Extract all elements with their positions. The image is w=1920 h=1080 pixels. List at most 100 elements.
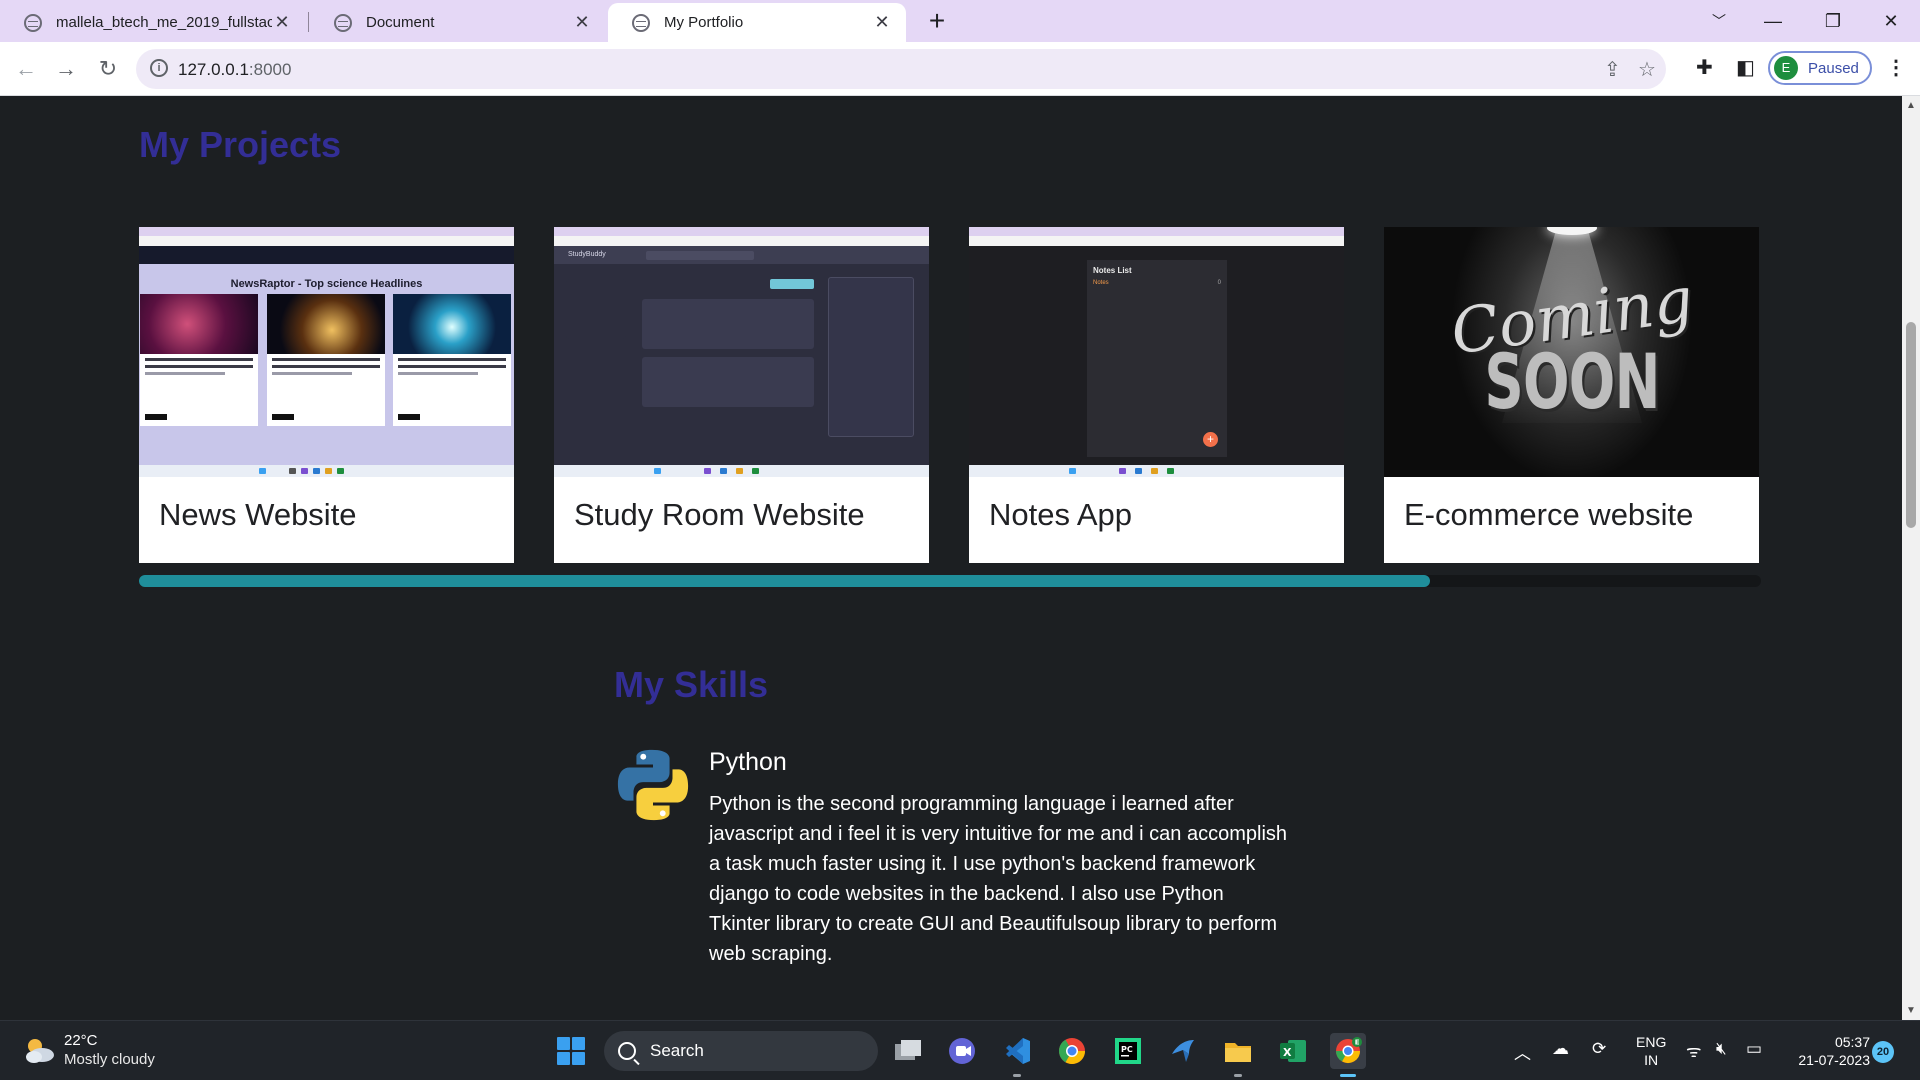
side-panel-icon[interactable]: ◧ (1736, 55, 1755, 80)
page-viewport: My Projects NewsRaptor - Top science Hea… (0, 96, 1902, 1020)
language-indicator[interactable]: ENG IN (1636, 1033, 1666, 1069)
partly-cloudy-icon[interactable] (22, 1035, 56, 1065)
nebula-image (140, 294, 258, 354)
restore-button[interactable]: ❐ (1810, 6, 1856, 36)
projects-scrollbar-thumb[interactable] (139, 575, 1431, 587)
file-explorer-icon[interactable] (1220, 1033, 1256, 1077)
tab-document[interactable]: Document ✕ (310, 3, 606, 42)
forward-arrow-icon[interactable]: → (50, 53, 82, 85)
reload-icon[interactable]: ↻ (92, 53, 124, 85)
news-body: NewsRaptor - Top science Headlines (139, 264, 514, 465)
kebab-menu-icon[interactable]: ⋮ (1886, 55, 1906, 80)
mini-app-icon (1119, 468, 1126, 474)
text-line (145, 372, 225, 375)
close-window-button[interactable]: ✕ (1868, 6, 1914, 36)
back-arrow-icon[interactable]: ← (10, 53, 42, 85)
wifi-icon[interactable]: ᯤ (1686, 1039, 1702, 1062)
close-tab-icon[interactable]: ✕ (272, 12, 292, 33)
tab-title: mallela_btech_me_2019_fullstack (56, 14, 272, 31)
mini-app-icon (654, 468, 661, 474)
text-line (398, 372, 478, 375)
close-tab-icon[interactable]: ✕ (872, 12, 892, 33)
show-hidden-icons-chevron-icon[interactable]: ︿ (1514, 1039, 1531, 1064)
vscode-icon[interactable] (999, 1033, 1035, 1077)
mini-app-icon (752, 468, 759, 474)
svg-text:PC: PC (1121, 1045, 1133, 1054)
project-name: E-commerce website (1404, 497, 1694, 532)
sync-icon[interactable]: ⟳ (1592, 1039, 1606, 1059)
globe-icon (334, 13, 352, 32)
mini-taskbar (969, 465, 1344, 477)
project-card-news[interactable]: NewsRaptor - Top science Headlines News … (139, 227, 514, 563)
room-card (642, 299, 814, 349)
mini-app-icon (259, 468, 266, 474)
minimize-button[interactable]: — (1750, 6, 1796, 36)
notes-count: 0 (1217, 280, 1221, 286)
globe-icon (24, 13, 42, 32)
scroll-up-arrow-icon[interactable]: ▲ (1906, 100, 1916, 111)
read-more-button (272, 414, 294, 420)
teams-icon[interactable] (944, 1033, 980, 1069)
mini-address-bar (554, 236, 929, 246)
system-clock[interactable]: 05:37 21-07-2023 (1780, 1033, 1870, 1069)
page-vertical-scrollbar[interactable]: ▲ ▼ (1902, 96, 1920, 1020)
search-icon (618, 1042, 636, 1060)
add-note-icon: + (1203, 432, 1218, 447)
text-line (145, 365, 253, 368)
close-tab-icon[interactable]: ✕ (572, 12, 592, 33)
tab-my-portfolio[interactable]: My Portfolio ✕ (608, 3, 906, 42)
task-view-icon[interactable] (890, 1033, 926, 1069)
pycharm-icon[interactable]: PC (1110, 1033, 1146, 1069)
clock-date: 21-07-2023 (1798, 1052, 1870, 1068)
url-text: 127.0.0.1:8000 (178, 60, 291, 80)
mini-app-icon (704, 468, 711, 474)
onedrive-cloud-icon[interactable]: ☁ (1552, 1039, 1569, 1059)
tab-search-chevron-icon[interactable]: ﹀ (1696, 6, 1742, 36)
share-icon[interactable]: ⇪ (1604, 57, 1621, 82)
skills-heading: My Skills (614, 664, 769, 705)
skill-description: Python is the second programming languag… (709, 793, 1288, 965)
project-card-ecommerce[interactable]: Coming SOON E-commerce website (1384, 227, 1759, 563)
mini-app-icon (313, 468, 320, 474)
vertical-scrollbar-thumb[interactable] (1906, 322, 1916, 528)
text-line (398, 365, 506, 368)
tab-separator (308, 12, 309, 32)
chrome-icon[interactable] (1054, 1033, 1090, 1069)
windows-start-icon[interactable] (557, 1037, 585, 1065)
url-port: :8000 (248, 60, 292, 79)
excel-icon[interactable]: X (1275, 1033, 1311, 1069)
avatar: E (1774, 56, 1798, 80)
new-tab-button[interactable]: + (922, 6, 952, 36)
tab-fullstack[interactable]: mallela_btech_me_2019_fullstack ✕ (0, 3, 306, 42)
weather-description[interactable]: Mostly cloudy (64, 1051, 155, 1068)
notes-title: Notes List (1093, 266, 1132, 275)
weather-temperature[interactable]: 22°C (64, 1032, 98, 1049)
address-bar[interactable]: i 127.0.0.1:8000 ⇪ ☆ (136, 49, 1666, 89)
mini-address-bar (969, 236, 1344, 246)
site-info-icon[interactable]: i (150, 59, 168, 77)
mini-app-icon (1135, 468, 1142, 474)
profile-button[interactable]: E Paused (1768, 51, 1872, 85)
bookmark-star-icon[interactable]: ☆ (1638, 57, 1656, 82)
notification-badge[interactable]: 20 (1872, 1041, 1894, 1063)
projects-horizontal-scrollbar[interactable] (139, 575, 1761, 587)
speaker-muted-icon[interactable]: 🔇︎ (1716, 1039, 1727, 1059)
read-more-button (398, 414, 420, 420)
mini-app-icon (301, 468, 308, 474)
tab-title: My Portfolio (664, 14, 744, 31)
deployment-icon[interactable] (1165, 1033, 1201, 1069)
planet-image (267, 294, 385, 354)
extensions-puzzle-icon[interactable]: ✚ (1696, 55, 1713, 80)
project-card-notes[interactable]: Notes List Notes 0 + Notes App (969, 227, 1344, 563)
python-logo-icon (617, 749, 689, 821)
battery-icon[interactable]: ▭ (1746, 1039, 1762, 1059)
read-more-button (145, 414, 167, 420)
notes-item: Notes (1093, 280, 1109, 286)
mini-app-icon (337, 468, 344, 474)
taskbar-search[interactable]: Search (604, 1031, 878, 1071)
study-room-screenshot: StudyBuddy (554, 227, 929, 477)
mini-app-icon (1167, 468, 1174, 474)
project-card-study-room[interactable]: StudyBuddy Study Room Website (554, 227, 929, 563)
chrome-profile-icon[interactable]: E (1330, 1033, 1366, 1077)
scroll-down-arrow-icon[interactable]: ▼ (1906, 1005, 1916, 1016)
